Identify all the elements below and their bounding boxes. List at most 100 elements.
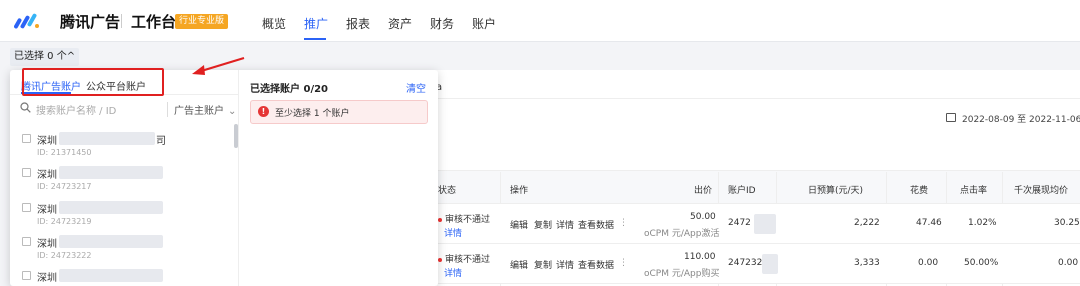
status-detail-link[interactable]: 详情	[444, 226, 462, 239]
row-status: 审核不通过	[438, 252, 490, 265]
col-actions: 操作	[510, 186, 529, 196]
table-row: 审核不通过 详情 编辑 复制 详情 查看数据 ⋮ 50.00 oCPM 元/Ap…	[436, 204, 1080, 244]
nav-promotion[interactable]: 推广	[304, 15, 328, 32]
row-budget: 3,333	[854, 258, 880, 268]
detail-link[interactable]: 详情	[556, 218, 574, 231]
exclamation-icon: !	[258, 106, 269, 117]
date-range-picker[interactable]: 2022-08-09 至 2022-11-06	[962, 112, 1080, 125]
account-id: ID: 24723217	[37, 182, 92, 191]
panel-divider	[238, 70, 239, 286]
row-spend: 0.00	[918, 258, 939, 268]
account-id: ID: 24723219	[37, 217, 92, 226]
top-bar: 腾讯广告 工作台 行业专业版 概览 推广 报表 资产 财务 账户	[0, 0, 1080, 42]
status-detail-link[interactable]: 详情	[444, 266, 462, 279]
row-account-id: 247232	[728, 258, 763, 268]
account-selection-bar: 已选择 0 个^	[0, 42, 1080, 70]
redacted-block	[59, 132, 155, 145]
account-selector-dropdown: 腾讯广告账户 公众平台账户 搜索账户名称 / ID 广告主账户 ⌄ 深圳 司 ID…	[10, 68, 438, 286]
account-name: 深圳	[37, 170, 57, 181]
list-item[interactable]: 深圳 ID: 24723222	[22, 235, 222, 269]
account-name: 深圳	[37, 205, 57, 216]
account-name: 深圳	[37, 273, 57, 284]
row-ctr: 1.02%	[968, 218, 997, 228]
account-id: ID: 24723222	[37, 251, 92, 260]
filter-label: 广告主账户	[174, 106, 224, 117]
clear-button[interactable]: 清空	[406, 80, 426, 95]
row-bid-type: oCPM 元/App激活	[644, 229, 720, 239]
col-status: 状态	[438, 186, 457, 196]
edit-link[interactable]: 编辑	[510, 218, 528, 231]
more-icon[interactable]: ⋮	[619, 258, 628, 268]
redacted-block	[754, 214, 776, 234]
selected-accounts-toggle[interactable]: 已选择 0 个^	[10, 48, 80, 66]
redacted-block	[59, 201, 163, 214]
selected-accounts-title: 已选择账户 0/20	[250, 84, 329, 95]
row-status: 审核不通过	[438, 212, 490, 225]
status-error-dot	[438, 257, 442, 262]
search-icon	[20, 102, 31, 113]
copy-link[interactable]: 复制	[534, 258, 552, 271]
col-spend[interactable]: 花费	[910, 183, 928, 196]
table-row: 审核不通过 详情 编辑 复制 详情 查看数据 ⋮ 110.00 oCPM 元/A…	[436, 244, 1080, 284]
row-cpm: 0.00	[1058, 258, 1079, 268]
col-cpm[interactable]: 千次展现均价	[1014, 183, 1068, 196]
account-checkbox[interactable]	[22, 271, 31, 280]
account-name: 深圳	[37, 239, 57, 250]
row-budget: 2,222	[854, 218, 880, 228]
col-account-id[interactable]: 账户ID	[728, 183, 756, 196]
redacted-block	[59, 269, 163, 282]
account-name: 深圳	[37, 136, 57, 147]
detail-link[interactable]: 详情	[556, 258, 574, 271]
warning-text: 至少选择 1 个账户	[275, 109, 350, 119]
annotation-highlight-box	[22, 68, 164, 96]
redacted-block	[59, 235, 163, 248]
account-checkbox[interactable]	[22, 203, 31, 212]
nav-finance[interactable]: 财务	[430, 15, 454, 32]
status-error-dot	[438, 217, 442, 222]
row-bid: 110.00	[684, 252, 716, 262]
tencent-ads-logo-icon	[14, 13, 39, 29]
redacted-block	[59, 166, 163, 179]
nav-account[interactable]: 账户	[472, 15, 496, 32]
validation-warning: ! 至少选择 1 个账户	[250, 100, 428, 124]
row-cpm: 30.25	[1054, 218, 1080, 228]
nav-overview[interactable]: 概览	[262, 15, 286, 32]
row-spend: 47.46	[916, 218, 942, 228]
chevron-down-icon: ⌄	[228, 106, 237, 117]
redacted-block	[762, 254, 778, 274]
row-bid: 50.00	[690, 212, 716, 222]
list-item[interactable]: 深圳 ID: 24723217	[22, 166, 222, 200]
nav-reports[interactable]: 报表	[346, 15, 370, 32]
brand-name: 腾讯广告	[60, 13, 121, 31]
view-data-link[interactable]: 查看数据	[578, 258, 614, 271]
tab-divider	[436, 98, 1080, 99]
row-bid-type: oCPM 元/App购买	[644, 269, 720, 279]
col-ctr[interactable]: 点击率	[960, 183, 987, 196]
more-icon[interactable]: ⋮	[619, 218, 628, 228]
account-type-filter[interactable]: 广告主账户 ⌄	[167, 102, 236, 117]
account-id: ID: 21371450	[37, 148, 92, 157]
account-checkbox[interactable]	[22, 168, 31, 177]
copy-link[interactable]: 复制	[534, 218, 552, 231]
account-checkbox[interactable]	[22, 237, 31, 246]
edit-link[interactable]: 编辑	[510, 258, 528, 271]
table-header: 状态 操作 出价 账户ID 日预算(元/天) 花费 点击率 千次展现均价	[436, 170, 1080, 204]
brand-separator	[121, 14, 122, 28]
list-item[interactable]: 深圳	[22, 269, 222, 286]
list-item[interactable]: 深圳 司 ID: 21371450	[22, 132, 222, 166]
col-bid[interactable]: 出价	[694, 183, 712, 196]
nav-active-indicator	[304, 38, 326, 40]
account-search-input[interactable]: 搜索账户名称 / ID	[36, 102, 116, 117]
account-name-suffix: 司	[156, 136, 166, 147]
view-data-link[interactable]: 查看数据	[578, 218, 614, 231]
account-checkbox[interactable]	[22, 134, 31, 143]
edition-badge: 行业专业版	[175, 14, 229, 29]
row-ctr: 50.00%	[964, 258, 999, 268]
workspace-title: 工作台	[131, 13, 177, 31]
col-daily-budget[interactable]: 日预算(元/天)	[808, 183, 863, 196]
row-account-id: 2472	[728, 218, 751, 228]
nav-assets[interactable]: 资产	[388, 15, 412, 32]
calendar-icon	[946, 113, 956, 122]
list-item[interactable]: 深圳 ID: 24723219	[22, 201, 222, 235]
annotation-arrow-icon	[192, 56, 245, 75]
